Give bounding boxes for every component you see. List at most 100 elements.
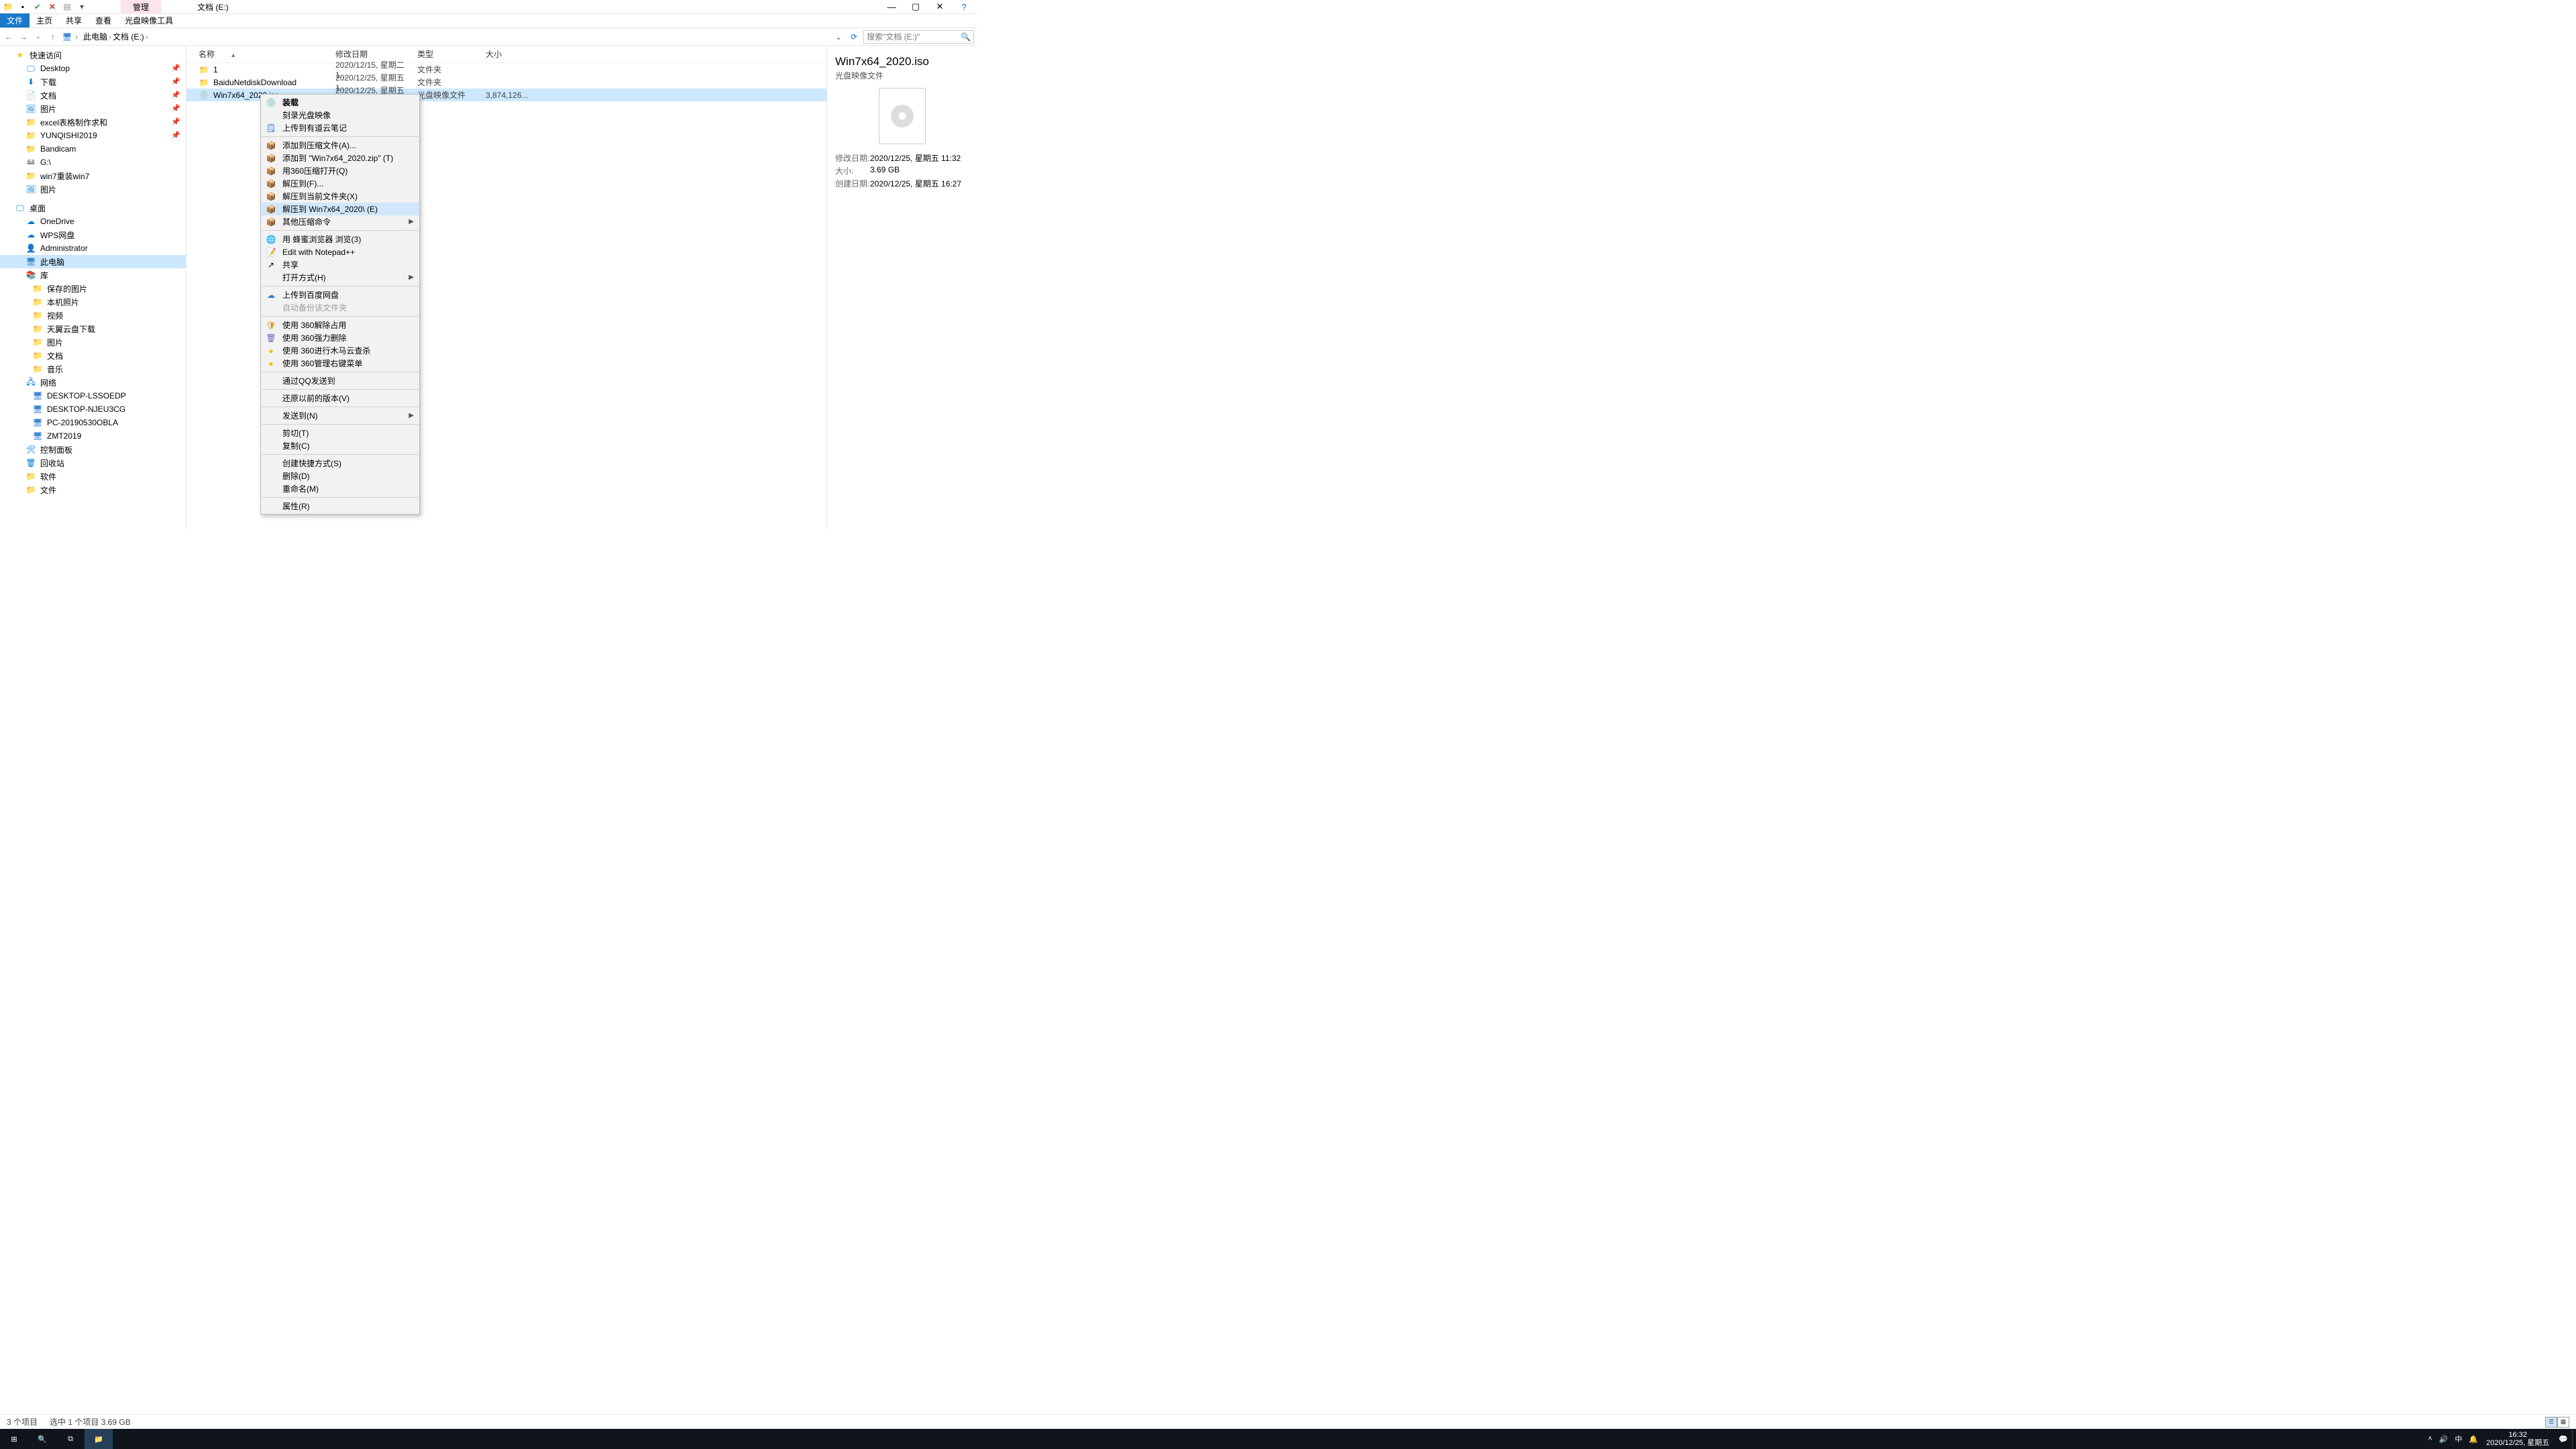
menu-item[interactable]: 📦解压到 Win7x64_2020\ (E) — [261, 203, 419, 215]
crumb-0[interactable]: 此电脑 — [83, 31, 107, 42]
task-explorer[interactable]: 📁 — [85, 1429, 113, 1449]
menu-item[interactable]: 📦添加到压缩文件(A)... — [261, 139, 419, 152]
column-headers[interactable]: 名称 ▲ 修改日期 类型 大小 — [186, 46, 826, 63]
table-row[interactable]: 📁12020/12/15, 星期二 1...文件夹 — [186, 63, 826, 76]
menu-item[interactable]: 📦添加到 "Win7x64_2020.zip" (T) — [261, 152, 419, 164]
view-icons-button[interactable]: ▦ — [2557, 1417, 2569, 1428]
action-center[interactable]: 💬 — [2555, 1435, 2572, 1444]
tree-item[interactable]: 🖥 DESKTOP-NJEU3CG — [0, 402, 186, 416]
tree-item[interactable]: 🖼图片 — [0, 182, 186, 196]
ribbon-tab-view[interactable]: 查看 — [89, 13, 118, 28]
start-button[interactable]: ⊞ — [0, 1429, 28, 1449]
col-type[interactable]: 类型 — [417, 48, 486, 60]
tree-item[interactable]: 🖵桌面 — [0, 201, 186, 215]
menu-item[interactable]: ●使用 360进行木马云查杀 — [261, 344, 419, 357]
address-dropdown[interactable]: ⌄ — [833, 32, 845, 42]
qat-dropdown-icon[interactable]: ▾ — [76, 1, 87, 12]
menu-item[interactable]: 还原以前的版本(V) — [261, 392, 419, 405]
view-details-button[interactable]: ☰ — [2545, 1417, 2557, 1428]
menu-item[interactable]: 发送到(N)▶ — [261, 409, 419, 422]
search-icon[interactable]: 🔍 — [961, 32, 971, 42]
tree-item[interactable]: 🖵Desktop📌 — [0, 62, 186, 75]
tree-item[interactable]: 📁文件 — [0, 483, 186, 496]
menu-item[interactable]: 📦用360压缩打开(Q) — [261, 164, 419, 177]
tree-item[interactable]: 👤Administrator — [0, 241, 186, 255]
search-input[interactable]: 搜索"文档 (E:)" 🔍 — [863, 30, 974, 44]
ribbon-tab-disc[interactable]: 光盘映像工具 — [118, 13, 180, 28]
tree-item[interactable]: 🖥此电脑 — [0, 255, 186, 268]
help-button[interactable]: ? — [954, 2, 974, 12]
tree-item[interactable]: 📁excel表格制作求和📌 — [0, 115, 186, 129]
menu-item[interactable]: 🌐用 蜂蜜浏览器 浏览(3) — [261, 233, 419, 246]
col-size[interactable]: 大小 — [486, 48, 539, 60]
context-menu[interactable]: 💿装载刻录光盘映像🗒上传到有道云笔记📦添加到压缩文件(A)...📦添加到 "Wi… — [260, 94, 420, 515]
crumb-1[interactable]: 文档 (E:) — [113, 31, 144, 42]
col-date[interactable]: 修改日期 — [335, 48, 417, 60]
nav-tree[interactable]: ★快速访问🖵Desktop📌⬇下载📌📄文档📌🖼图片📌📁excel表格制作求和📌📁… — [0, 46, 186, 529]
menu-item[interactable]: ↗共享 — [261, 258, 419, 271]
table-row[interactable]: 📁BaiduNetdiskDownload2020/12/25, 星期五 1..… — [186, 76, 826, 89]
tree-item[interactable]: 📁Bandicam — [0, 142, 186, 156]
tree-item[interactable]: 🗑回收站 — [0, 456, 186, 470]
recent-dropdown[interactable]: ⌄ — [32, 33, 44, 40]
menu-item[interactable]: 🗒上传到有道云笔记 — [261, 121, 419, 134]
menu-item[interactable]: 剪切(T) — [261, 427, 419, 439]
tree-item[interactable]: 📁 本机照片 — [0, 295, 186, 309]
maximize-button[interactable]: ▢ — [906, 1, 926, 12]
up-button[interactable]: ↑ — [47, 32, 59, 42]
tray-volume[interactable]: 🔊 — [2439, 1435, 2449, 1444]
menu-item[interactable]: 属性(R) — [261, 500, 419, 513]
qat-check-icon[interactable]: ✔ — [32, 1, 43, 12]
menu-item[interactable]: 📦其他压缩命令▶ — [261, 215, 419, 228]
tree-item[interactable]: ⬇下载📌 — [0, 75, 186, 89]
menu-item[interactable]: 🛡使用 360解除占用 — [261, 319, 419, 331]
tree-item[interactable]: 📁 音乐 — [0, 362, 186, 376]
qat-delete-icon[interactable]: ✕ — [47, 1, 58, 12]
tree-item[interactable]: 📚库 — [0, 268, 186, 282]
menu-item[interactable]: ☁上传到百度网盘 — [261, 288, 419, 301]
tree-item[interactable]: 📁 图片 — [0, 335, 186, 349]
tree-item[interactable]: 🖧网络 — [0, 376, 186, 389]
menu-item[interactable]: 创建快捷方式(S) — [261, 457, 419, 470]
tray-ime[interactable]: 中 — [2455, 1434, 2462, 1444]
back-button[interactable]: ← — [3, 32, 15, 42]
minimize-button[interactable]: — — [881, 2, 902, 12]
tree-item[interactable]: ☁WPS网盘 — [0, 228, 186, 241]
tree-item[interactable]: ☁OneDrive — [0, 215, 186, 228]
close-button[interactable]: ✕ — [930, 1, 950, 12]
show-desktop[interactable] — [2572, 1429, 2576, 1449]
tree-item[interactable]: 🖥 DESKTOP-LSSOEDP — [0, 389, 186, 402]
ribbon-tab-file[interactable]: 文件 — [0, 13, 30, 28]
tree-item[interactable]: ★快速访问 — [0, 48, 186, 62]
forward-button[interactable]: → — [17, 32, 30, 42]
tree-item[interactable]: 📁 视频 — [0, 309, 186, 322]
taskbar-clock[interactable]: 16:32 2020/12/25, 星期五 — [2481, 1431, 2555, 1447]
menu-item[interactable]: 通过QQ发送到 — [261, 374, 419, 387]
tree-item[interactable]: 🖥 ZMT2019 — [0, 429, 186, 443]
system-tray[interactable]: ˄ 🔊 中 🔔 — [2425, 1434, 2481, 1444]
tree-item[interactable]: 📁win7重装win7 — [0, 169, 186, 182]
ribbon-tab-share[interactable]: 共享 — [59, 13, 89, 28]
menu-item[interactable]: 重命名(M) — [261, 482, 419, 495]
tree-item[interactable]: 🛠控制面板 — [0, 443, 186, 456]
menu-item[interactable]: 刻录光盘映像 — [261, 109, 419, 121]
qat-pin-icon[interactable]: ▪ — [17, 1, 28, 12]
tree-item[interactable]: 🖴G:\ — [0, 156, 186, 169]
menu-item[interactable]: ●使用 360管理右键菜单 — [261, 357, 419, 370]
tree-item[interactable]: 📁 天翼云盘下载 — [0, 322, 186, 335]
menu-item[interactable]: 打开方式(H)▶ — [261, 271, 419, 284]
tray-overflow[interactable]: ˄ — [2428, 1435, 2432, 1443]
menu-item[interactable]: 删除(D) — [261, 470, 419, 482]
col-name[interactable]: 名称 ▲ — [186, 48, 335, 60]
task-search[interactable]: 🔍 — [28, 1429, 56, 1449]
qat-new-icon[interactable]: ▤ — [62, 1, 72, 12]
tray-network[interactable]: 🔔 — [2469, 1435, 2478, 1444]
tree-item[interactable]: 🖼图片📌 — [0, 102, 186, 115]
tree-item[interactable]: 📁 文档 — [0, 349, 186, 362]
menu-item[interactable]: 📦解压到(F)... — [261, 177, 419, 190]
refresh-button[interactable]: ⟳ — [847, 32, 861, 42]
taskbar[interactable]: ⊞ 🔍 ⧉ 📁 ˄ 🔊 中 🔔 16:32 2020/12/25, 星期五 💬 — [0, 1429, 2576, 1449]
tree-item[interactable]: 📄文档📌 — [0, 89, 186, 102]
tree-item[interactable]: 📁YUNQISHI2019📌 — [0, 129, 186, 142]
menu-item[interactable]: 复制(C) — [261, 439, 419, 452]
